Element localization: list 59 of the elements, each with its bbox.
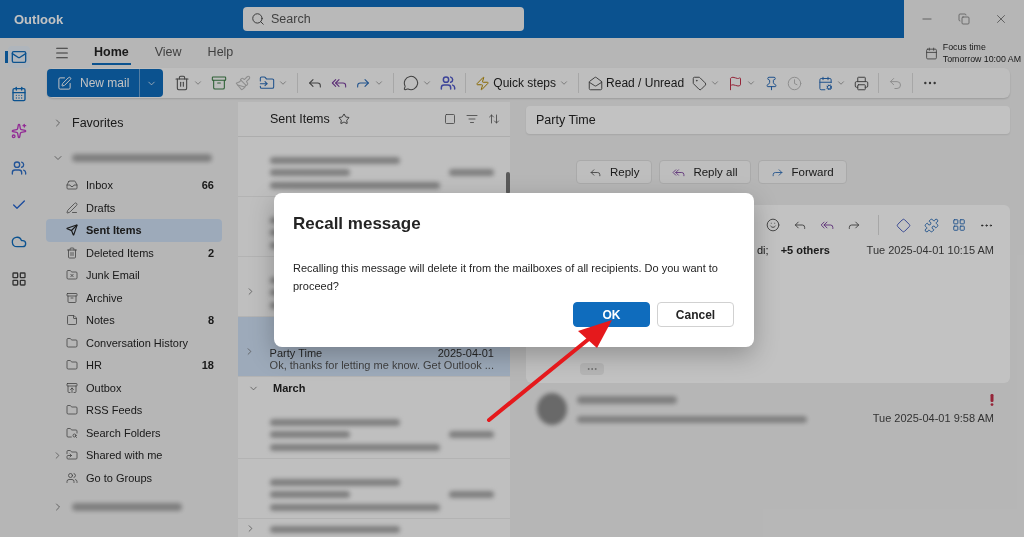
folder-item[interactable]: Go to Groups xyxy=(46,466,222,489)
folder-item[interactable]: Archive xyxy=(46,286,222,309)
folder-label: Search Folders xyxy=(86,426,161,439)
dialog-message: Recalling this message will delete it from the mailboxes of all recipients. Do you want to proceed? xyxy=(293,261,719,294)
subject-title: Party Time xyxy=(536,113,596,127)
folder-label: Junk Email xyxy=(86,269,140,282)
read-unread-button[interactable]: Read / Unread xyxy=(585,70,688,96)
message-date: 2025-04-01 xyxy=(437,346,494,359)
dialog-title: Recall message xyxy=(293,213,422,235)
unread-count: 2 xyxy=(207,246,214,259)
folder-item[interactable]: Shared with me xyxy=(46,444,222,467)
message-preview: Ok, thanks for letting me know. Get Outlook ... xyxy=(269,359,494,372)
message-date: Tue 2025-04-01 9:58 AM xyxy=(872,412,994,424)
message-date: Tue 2025-04-01 10:15 AM xyxy=(866,244,994,256)
ribbon-tab[interactable]: Help xyxy=(205,41,236,65)
message-subject: Party Time xyxy=(269,346,323,359)
section-header[interactable]: March xyxy=(238,377,510,399)
folder-item[interactable]: Notes 8 xyxy=(46,309,222,332)
folder-label: Drafts xyxy=(86,201,116,214)
folder-item[interactable]: Junk Email xyxy=(46,264,222,287)
ribbon-tab[interactable]: Home xyxy=(92,41,131,65)
folder-item[interactable]: Drafts xyxy=(46,196,222,219)
folder-item[interactable]: Search Folders xyxy=(46,421,222,444)
list-title: Sent Items xyxy=(270,112,330,126)
folder-item[interactable]: Sent Items xyxy=(46,219,222,242)
folder-label: RSS Feeds xyxy=(86,404,143,417)
folder-item[interactable]: RSS Feeds xyxy=(46,399,222,422)
folder-label: Deleted Items xyxy=(86,246,154,259)
folder-label: HR xyxy=(86,359,102,372)
recipient-text: di; xyxy=(757,244,769,256)
folder-item[interactable]: Deleted Items 2 xyxy=(46,241,222,264)
focus-time-title: Focus time xyxy=(942,41,987,53)
favorites-heading[interactable]: Favorites xyxy=(72,116,124,130)
folder-label: Outbox xyxy=(86,381,122,394)
message-action-button[interactable]: Reply xyxy=(576,160,653,184)
folder-label: Shared with me xyxy=(86,449,163,462)
message-action-button[interactable]: Reply all xyxy=(659,160,751,184)
folder-item[interactable]: Outbox xyxy=(46,376,222,399)
ribbon-tab[interactable]: View xyxy=(152,41,184,65)
more-recipients[interactable]: +5 others xyxy=(780,244,830,256)
focus-time-value: Tomorrow 10:00 AM xyxy=(942,53,1021,65)
folder-label: Conversation History xyxy=(86,336,189,349)
cancel-button[interactable]: Cancel xyxy=(657,302,734,327)
unread-count: 18 xyxy=(201,359,214,372)
folder-label: Sent Items xyxy=(86,224,142,237)
folder-item[interactable]: Conversation History xyxy=(46,331,222,354)
folder-label: Notes xyxy=(86,314,115,327)
search-field[interactable]: Search xyxy=(243,7,524,31)
app-title: Outlook xyxy=(14,11,65,27)
folder-label: Archive xyxy=(86,291,123,304)
folder-item[interactable]: HR 18 xyxy=(46,354,222,377)
unread-count: 66 xyxy=(201,179,214,192)
message-action-button[interactable]: Forward xyxy=(757,160,847,184)
quick-steps-button[interactable]: Quick steps xyxy=(472,70,573,96)
unread-count: 8 xyxy=(207,314,214,327)
folder-label: Go to Groups xyxy=(86,471,153,484)
confirm-button[interactable]: OK xyxy=(573,302,650,327)
folder-item[interactable]: Inbox 66 xyxy=(46,174,222,197)
folder-label: Inbox xyxy=(86,179,113,192)
